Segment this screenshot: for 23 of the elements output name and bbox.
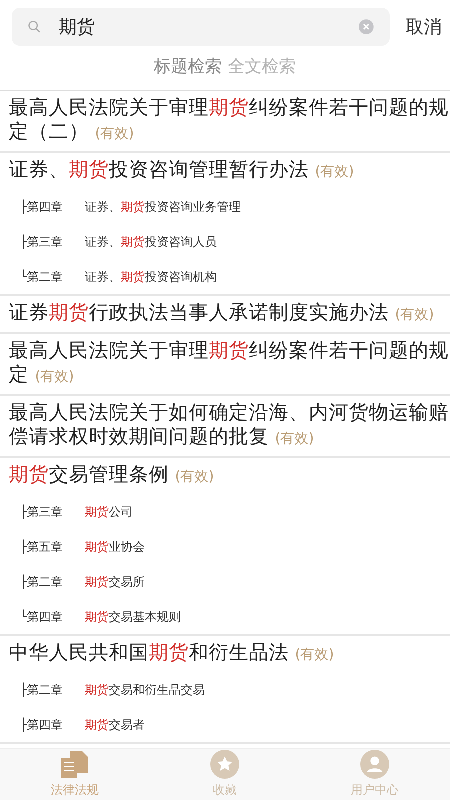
result-title[interactable]: 证券、期货投资咨询管理暂行办法 (有效) [0, 153, 450, 189]
result-title[interactable]: 最高人民法院关于审理期货纠纷案件若干问题的规定 (有效) [0, 334, 450, 394]
chapter-link[interactable]: ├第四章 期货交易者 [0, 707, 450, 742]
result-title[interactable]: 最高人民法院关于如何确定沿海、内河货物运输赔偿请求权时效期间问题的批复 (有效) [0, 396, 450, 456]
chapter-link[interactable]: ├第四章 证券、期货投资咨询业务管理 [0, 189, 450, 224]
chapter-link[interactable]: ├第三章 期货公司 [0, 494, 450, 529]
chapter-link[interactable]: └第四章 期货交易基本规则 [0, 599, 450, 634]
result-title[interactable]: 中华人民共和国期货和衍生品法 (有效) [0, 636, 450, 672]
chapter-link[interactable]: ├第二章 期货交易和衍生品交易 [0, 672, 450, 707]
cancel-button[interactable]: 取消 [406, 14, 442, 40]
search-icon [28, 19, 42, 35]
result-title[interactable]: 最高人民法院关于审理期货纠纷案件若干问题的规定（二） (有效) [0, 91, 450, 151]
clear-icon[interactable] [359, 18, 374, 36]
document-icon [60, 750, 90, 778]
chapter-link[interactable]: ├第五章 期货业协会 [0, 529, 450, 564]
chapter-link[interactable]: └第二章 证券、期货投资咨询机构 [0, 259, 450, 294]
result-title[interactable]: 证券期货行政执法当事人承诺制度实施办法 (有效) [0, 296, 450, 332]
search-field[interactable]: 期货 [12, 8, 390, 46]
chapter-link[interactable]: ├第三章 证券、期货投资咨询人员 [0, 224, 450, 259]
result-title[interactable]: 期货交易管理条例 (有效) [0, 458, 450, 494]
search-input[interactable]: 期货 [57, 12, 344, 42]
search-mode-tab[interactable]: 标题检索 [151, 55, 225, 81]
chapter-link[interactable]: ├第二章 期货交易所 [0, 564, 450, 599]
